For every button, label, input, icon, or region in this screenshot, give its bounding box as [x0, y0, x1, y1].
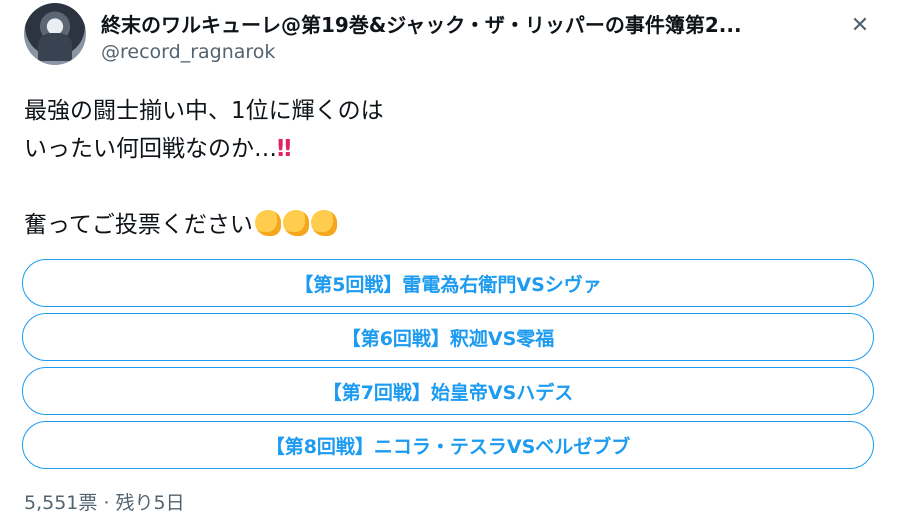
display-name[interactable]: 終末のワルキューレ@第19巻&ジャック・ザ・リッパーの事件簿第2...	[101, 9, 742, 38]
tweet-text-line: 奮ってご投票ください	[24, 212, 253, 238]
time-remaining: 残り5日	[115, 492, 185, 514]
poll-option-label: 【第8回戦】ニコラ・テスラVSベルゼブブ	[265, 435, 631, 458]
poll-option-label: 【第6回戦】釈迦VS零福	[341, 327, 555, 350]
close-icon[interactable]: ✕	[846, 12, 874, 40]
separator: ·	[103, 492, 110, 514]
tweet-text-line: 最強の闘士揃い中、1位に輝くのは	[24, 98, 384, 124]
double-exclamation-icon: ‼	[277, 136, 292, 162]
poll-option[interactable]: 【第8回戦】ニコラ・テスラVSベルゼブブ	[22, 421, 874, 469]
vote-count: 5,551票	[24, 492, 98, 514]
poll-footer: 5,551票 · 残り5日	[24, 488, 185, 515]
poll-option[interactable]: 【第5回戦】雷電為右衛門VSシヴァ	[22, 259, 874, 307]
user-handle[interactable]: @record_ragnarok	[101, 41, 275, 63]
tweet-text-line: いったい何回戦なのか…	[24, 136, 277, 162]
poll-option[interactable]: 【第6回戦】釈迦VS零福	[22, 313, 874, 361]
flexed-biceps-icon	[254, 210, 281, 236]
flexed-biceps-icon	[282, 210, 309, 236]
avatar[interactable]	[24, 3, 86, 65]
poll: 【第5回戦】雷電為右衛門VSシヴァ 【第6回戦】釈迦VS零福 【第7回戦】始皇帝…	[22, 259, 874, 475]
poll-option-label: 【第5回戦】雷電為右衛門VSシヴァ	[294, 273, 602, 296]
tweet-text: 最強の闘士揃い中、1位に輝くのは いったい何回戦なのか…‼ 奮ってご投票ください	[24, 92, 384, 244]
poll-option[interactable]: 【第7回戦】始皇帝VSハデス	[22, 367, 874, 415]
flexed-biceps-icon	[310, 210, 337, 236]
poll-option-label: 【第7回戦】始皇帝VSハデス	[322, 381, 574, 404]
